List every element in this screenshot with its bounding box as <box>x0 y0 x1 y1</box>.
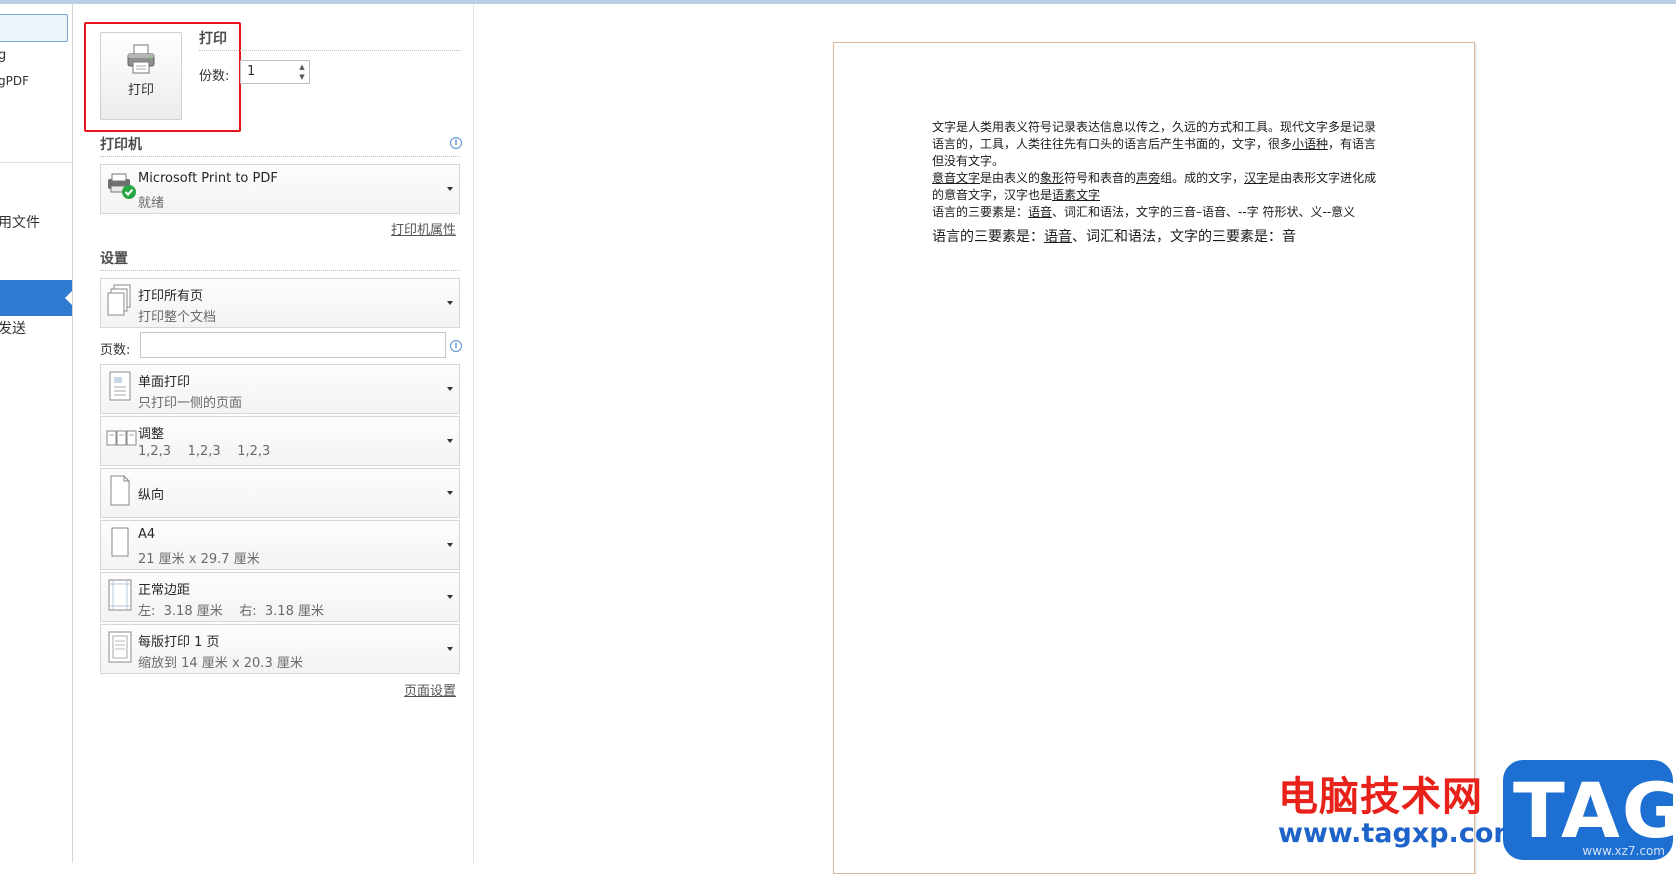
nav-item-print-active[interactable] <box>0 280 72 316</box>
nav-item-file[interactable]: 用文件 <box>0 212 40 232</box>
copies-label: 份数: <box>199 69 230 84</box>
document-text: 文字是人类用表义符号记录表达信息以传之，久远的方式和工具。现代文字多是记录语言的… <box>932 119 1382 246</box>
print-button-label: 打印 <box>127 83 154 98</box>
paragraph-4: 语言的三要素是：语音、词汇和语法，文字的三要素是：音 <box>932 229 1296 245</box>
margins-title: 正常边距 <box>138 583 191 598</box>
chevron-down-icon <box>447 647 453 651</box>
backstage-nav: g gPDF 用文件 发送 <box>0 4 73 863</box>
pages-per-sheet-dropdown[interactable]: 每版打印 1 页 缩放到 14 厘米 x 20.3 厘米 <box>100 624 460 674</box>
margins-dropdown[interactable]: 正常边距 左: 3.18 厘米 右: 3.18 厘米 <box>100 572 460 622</box>
chevron-down-icon <box>447 387 453 391</box>
collate-dropdown[interactable]: 调整 1,2,3 1,2,3 1,2,3 <box>100 416 460 466</box>
printer-status: 就绪 <box>138 196 165 211</box>
chevron-down-icon <box>447 491 453 495</box>
printer-properties-link[interactable]: 打印机属性 <box>391 219 456 238</box>
collate-subtitle: 1,2,3 1,2,3 1,2,3 <box>138 444 271 459</box>
dotted-divider <box>100 270 460 271</box>
chevron-down-icon <box>447 543 453 547</box>
print-button[interactable]: 打印 <box>100 32 182 120</box>
orientation-title: 纵向 <box>138 488 165 503</box>
dotted-divider <box>199 50 461 51</box>
chevron-down-icon <box>447 595 453 599</box>
print-range-dropdown[interactable]: 打印所有页 打印整个文档 <box>100 278 460 328</box>
watermark-tag-sub: www.xz7.com <box>1582 844 1665 858</box>
chevron-down-icon <box>447 301 453 305</box>
paragraph-2: 意音文字是由表义的象形符号和表音的声旁组。成的文字，汉字是由表形文字进化成的意音… <box>932 171 1377 202</box>
nav-item-pdf[interactable]: gPDF <box>0 74 29 88</box>
watermark-url: www.tagxp.com <box>1278 818 1522 849</box>
pages-per-sheet-title: 每版打印 1 页 <box>138 635 220 650</box>
watermark-tag-logo: TAG www.xz7.com <box>1503 760 1676 860</box>
print-heading: 打印 <box>199 31 227 47</box>
page-setup-link[interactable]: 页面设置 <box>404 680 456 699</box>
pages-per-sheet-icon <box>106 629 134 669</box>
chevron-down-icon <box>447 439 453 443</box>
info-icon[interactable]: i <box>450 340 462 352</box>
print-range-subtitle: 打印整个文档 <box>138 310 217 325</box>
paragraph-3: 语言的三要素是：语音、词汇和语法，文字的三音–语音、--字 符形状、义--意义 <box>932 205 1356 219</box>
spin-down-icon[interactable]: ▼ <box>296 72 308 82</box>
info-icon[interactable]: i <box>450 137 462 149</box>
collate-icon <box>106 425 138 457</box>
margins-subtitle: 左: 3.18 厘米 右: 3.18 厘米 <box>138 604 324 619</box>
printer-icon <box>125 43 157 79</box>
printer-section-title: 打印机 <box>100 137 142 153</box>
nav-selected-box[interactable] <box>0 14 68 42</box>
printer-ready-icon <box>106 173 138 205</box>
paper-size-icon <box>106 525 134 565</box>
orientation-dropdown[interactable]: 纵向 <box>100 468 460 518</box>
print-range-title: 打印所有页 <box>138 289 204 304</box>
copies-value[interactable]: 1 <box>247 64 255 79</box>
spin-up-icon[interactable]: ▲ <box>296 62 308 72</box>
nav-divider <box>0 162 72 163</box>
pages-icon <box>106 283 134 323</box>
portrait-icon <box>106 473 134 513</box>
printer-dropdown[interactable]: Microsoft Print to PDF 就绪 <box>100 164 460 214</box>
watermark-tag-text: TAG <box>1513 766 1676 855</box>
sides-subtitle: 只打印一侧的页面 <box>138 396 243 411</box>
dotted-divider <box>100 156 460 157</box>
pages-input[interactable] <box>140 332 446 358</box>
margins-icon <box>106 577 134 617</box>
pages-per-sheet-subtitle: 缩放到 14 厘米 x 20.3 厘米 <box>138 656 303 671</box>
preview-page: 文字是人类用表义符号记录表达信息以传之，久远的方式和工具。现代文字多是记录语言的… <box>833 42 1475 874</box>
chevron-down-icon <box>447 187 453 191</box>
settings-section-title: 设置 <box>100 251 128 267</box>
watermark-site-name: 电脑技术网 <box>1278 774 1483 820</box>
pages-label: 页数: <box>100 343 131 358</box>
single-side-icon <box>106 369 134 409</box>
collate-title: 调整 <box>138 427 165 442</box>
sides-dropdown[interactable]: 单面打印 只打印一侧的页面 <box>100 364 460 414</box>
copies-spinner[interactable]: 1 ▲ ▼ <box>240 60 310 84</box>
paper-size-subtitle: 21 厘米 x 29.7 厘米 <box>138 552 260 567</box>
nav-item-1[interactable]: g <box>0 48 6 63</box>
sides-title: 单面打印 <box>138 375 191 390</box>
paper-size-dropdown[interactable]: A4 21 厘米 x 29.7 厘米 <box>100 520 460 570</box>
printer-name: Microsoft Print to PDF <box>138 171 278 186</box>
nav-item-send[interactable]: 发送 <box>0 318 26 338</box>
paragraph-1: 文字是人类用表义符号记录表达信息以传之，久远的方式和工具。现代文字多是记录语言的… <box>932 120 1377 168</box>
paper-size-title: A4 <box>138 527 156 542</box>
